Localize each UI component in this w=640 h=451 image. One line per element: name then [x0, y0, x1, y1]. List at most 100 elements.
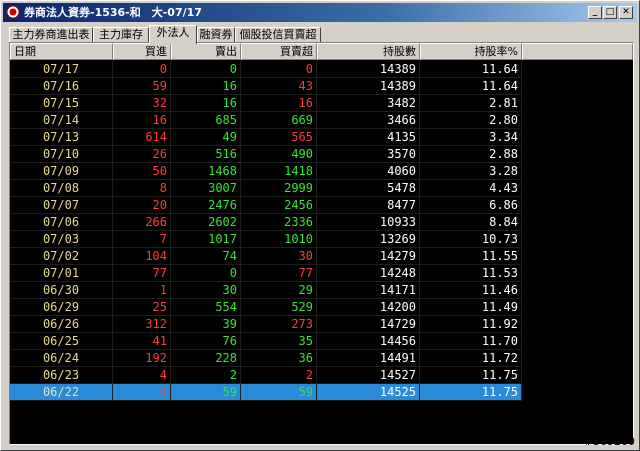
window-title: 券商法人資券-1536-和 大-07/17 [24, 6, 202, 19]
table-row[interactable]: 07/03 7 1017 1010 13269 10.73 [10, 231, 633, 248]
cell-holding-pct: 3.34 [420, 129, 522, 146]
cell-shares: 4060 [317, 163, 420, 180]
data-panel: 日期 買進 賣出 買賣超 持股數 持股率% 07/17 0 0 0 14389 11.64… [9, 42, 634, 445]
cell-buy: 16 [113, 112, 171, 129]
table-row[interactable]: 06/29 25 554 529 14200 11.49 [10, 299, 633, 316]
header-shares[interactable]: 持股數 [317, 43, 420, 60]
cell-shares: 3482 [317, 95, 420, 112]
cell-holding-pct: 2.81 [420, 95, 522, 112]
header-net[interactable]: 買賣超 [241, 43, 317, 60]
cell-shares: 4135 [317, 129, 420, 146]
header-sell[interactable]: 賣出 [171, 43, 241, 60]
table-row[interactable]: 07/17 0 0 0 14389 11.64 [10, 61, 633, 78]
cell-net: 1010 [241, 231, 317, 248]
maximize-button[interactable]: □ [603, 6, 617, 19]
cell-net: 529 [241, 299, 317, 316]
cell-shares: 13269 [317, 231, 420, 248]
cell-shares: 14279 [317, 248, 420, 265]
header-buy[interactable]: 買進 [113, 43, 171, 60]
table-header: 日期 買進 賣出 買賣超 持股數 持股率% [10, 43, 633, 60]
table-row[interactable]: 07/10 26 516 490 3570 2.88 [10, 146, 633, 163]
cell-date: 07/14 [10, 112, 113, 129]
table-row[interactable]: 07/08 8 3007 2999 5478 4.43 [10, 180, 633, 197]
cell-holding-pct: 11.53 [420, 265, 522, 282]
cell-shares: 14456 [317, 333, 420, 350]
cell-holding-pct: 11.64 [420, 61, 522, 78]
table-row[interactable]: 07/02 104 74 30 14279 11.55 [10, 248, 633, 265]
cell-sell: 74 [171, 248, 241, 265]
cell-sell: 39 [171, 316, 241, 333]
cell-net: 0 [241, 61, 317, 78]
header-holding-pct[interactable]: 持股率% [420, 43, 522, 60]
tab-margin[interactable]: 融資券 [197, 27, 235, 43]
cell-net: 30 [241, 248, 317, 265]
cell-shares: 14525 [317, 384, 420, 401]
cell-sell: 0 [171, 265, 241, 282]
cell-net: 490 [241, 146, 317, 163]
table-row[interactable]: 06/26 312 39 273 14729 11.92 [10, 316, 633, 333]
cell-holding-pct: 6.86 [420, 197, 522, 214]
table-row[interactable]: 07/01 77 0 77 14248 11.53 [10, 265, 633, 282]
table-row[interactable]: 07/07 20 2476 2456 8477 6.86 [10, 197, 633, 214]
title-bar[interactable]: 券商法人資券-1536-和 大-07/17 _ □ ✕ [3, 3, 637, 22]
cell-holding-pct: 11.70 [420, 333, 522, 350]
cell-buy: 192 [113, 350, 171, 367]
table-row[interactable]: 06/25 41 76 35 14456 11.70 [10, 333, 633, 350]
table-row[interactable]: 06/24 192 228 36 14491 11.72 [10, 350, 633, 367]
cell-date: 06/29 [10, 299, 113, 316]
cell-holding-pct: 11.92 [420, 316, 522, 333]
cell-date: 06/24 [10, 350, 113, 367]
cell-sell: 16 [171, 95, 241, 112]
cell-shares: 14729 [317, 316, 420, 333]
cell-sell: 16 [171, 78, 241, 95]
tab-foreign-investors[interactable]: 外法人 [149, 25, 197, 44]
cell-net: 77 [241, 265, 317, 282]
cell-net: 59 [241, 384, 317, 401]
cell-net: 2336 [241, 214, 317, 231]
cell-buy: 7 [113, 231, 171, 248]
app-icon [6, 5, 20, 19]
cell-net: 29 [241, 282, 317, 299]
cell-sell: 1017 [171, 231, 241, 248]
cell-holding-pct: 10.73 [420, 231, 522, 248]
cell-buy: 0 [113, 384, 171, 401]
cell-holding-pct: 2.88 [420, 146, 522, 163]
close-button[interactable]: ✕ [619, 6, 633, 19]
cell-buy: 59 [113, 78, 171, 95]
table-row[interactable]: 07/16 59 16 43 14389 11.64 [10, 78, 633, 95]
cell-date: 07/08 [10, 180, 113, 197]
minimize-button[interactable]: _ [588, 6, 602, 19]
table-row[interactable]: 07/13 614 49 565 4135 3.34 [10, 129, 633, 146]
table-row[interactable]: 06/23 4 2 2 14527 11.75 [10, 367, 633, 384]
cell-buy: 614 [113, 129, 171, 146]
cell-date: 06/22 [10, 384, 113, 401]
cell-date: 07/03 [10, 231, 113, 248]
cell-sell: 30 [171, 282, 241, 299]
cell-net: 16 [241, 95, 317, 112]
cell-shares: 14200 [317, 299, 420, 316]
cell-date: 06/25 [10, 333, 113, 350]
cell-date: 07/10 [10, 146, 113, 163]
table-row[interactable]: 07/15 32 16 16 3482 2.81 [10, 95, 633, 112]
cell-sell: 0 [171, 61, 241, 78]
table-row[interactable]: 07/06 266 2602 2336 10933 8.84 [10, 214, 633, 231]
table-row[interactable]: 06/22 0 59 59 14525 11.75 [10, 384, 633, 401]
cell-buy: 25 [113, 299, 171, 316]
header-date[interactable]: 日期 [10, 43, 113, 60]
tab-investment-trust[interactable]: 個股投信買賣超 [235, 27, 321, 43]
cell-date: 07/02 [10, 248, 113, 265]
tab-broker-flow[interactable]: 主力券商進出表 [9, 27, 93, 43]
table-row[interactable]: 07/14 16 685 669 3466 2.80 [10, 112, 633, 129]
cell-buy: 266 [113, 214, 171, 231]
cell-sell: 59 [171, 384, 241, 401]
cell-date: 07/06 [10, 214, 113, 231]
tab-main-inventory[interactable]: 主力庫存 [93, 27, 149, 43]
cell-date: 06/30 [10, 282, 113, 299]
cell-buy: 41 [113, 333, 171, 350]
table-row[interactable]: 07/09 50 1468 1418 4060 3.28 [10, 163, 633, 180]
cell-net: 565 [241, 129, 317, 146]
cell-holding-pct: 11.64 [420, 78, 522, 95]
table-row[interactable]: 06/30 1 30 29 14171 11.46 [10, 282, 633, 299]
cell-holding-pct: 11.72 [420, 350, 522, 367]
cell-holding-pct: 11.75 [420, 367, 522, 384]
